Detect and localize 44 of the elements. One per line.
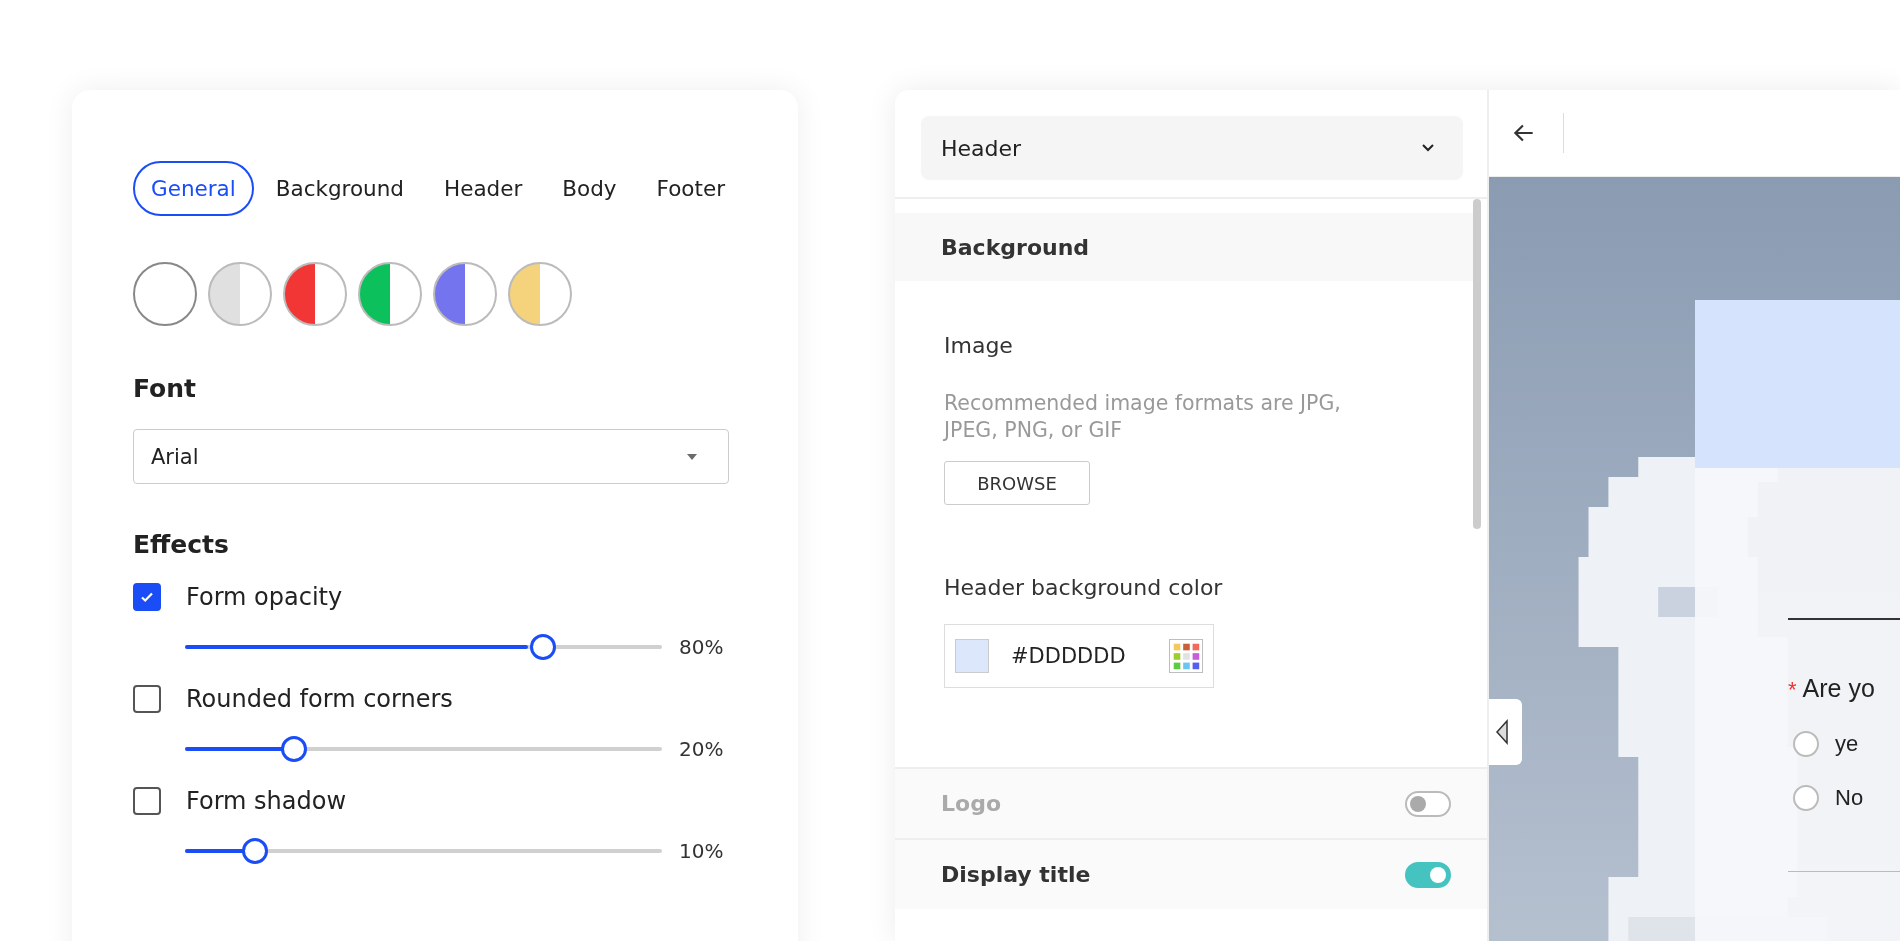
effects-heading: Effects (133, 530, 230, 559)
image-label: Image (944, 333, 1014, 358)
radio-button[interactable] (1793, 731, 1819, 757)
caret-icon (686, 452, 698, 461)
tab[interactable]: Background (257, 161, 422, 216)
browse-button[interactable]: BROWSE (944, 461, 1090, 506)
section-title: Background (941, 234, 1090, 260)
slider-value: 80% (679, 635, 724, 659)
toggle-label: Logo (941, 791, 1001, 816)
required-mark: * (1788, 677, 1797, 703)
checkbox-label: Form opacity (186, 583, 343, 611)
radio-button[interactable] (1793, 785, 1819, 811)
toggle-switch[interactable] (1405, 861, 1451, 888)
triangle-left-icon (1494, 719, 1509, 745)
slider-value: 20% (679, 737, 724, 761)
toggle-switch[interactable] (1405, 790, 1451, 817)
option-label: No (1835, 785, 1864, 811)
toggle-label: Display title (941, 862, 1091, 887)
color-chip (955, 639, 989, 674)
checkbox-label: Rounded form corners (186, 685, 453, 713)
slider-thumb[interactable] (241, 838, 268, 864)
section-select[interactable]: Header (921, 116, 1463, 180)
tab[interactable]: Body (544, 161, 635, 216)
checkbox[interactable] (133, 583, 161, 611)
chevron-down-icon (1421, 143, 1435, 153)
slider-value: 10% (679, 839, 724, 863)
collapse-handle[interactable] (1489, 699, 1522, 765)
checkbox[interactable] (133, 787, 161, 815)
slider-thumb[interactable] (281, 736, 308, 762)
slider-thumb[interactable] (529, 634, 556, 660)
checkbox-label: Form shadow (186, 787, 347, 815)
image-hint: Recommended image formats are JPG, JPEG, PNG, or GIF (944, 390, 1342, 444)
checkbox[interactable] (133, 685, 161, 713)
color-field[interactable]: #DDDDDD (944, 624, 1214, 689)
palette-icon[interactable] (1169, 639, 1203, 674)
font-select[interactable]: Arial (133, 429, 729, 484)
tab[interactable]: Header (426, 161, 541, 216)
scrollbar[interactable] (1473, 199, 1481, 529)
option-label: ye (1835, 731, 1859, 757)
color-label: Header background color (944, 575, 1224, 601)
question-text: Are yo (1802, 674, 1875, 703)
tab[interactable]: Footer (638, 161, 743, 216)
font-heading: Font (133, 374, 197, 403)
tab[interactable]: General (133, 161, 254, 216)
